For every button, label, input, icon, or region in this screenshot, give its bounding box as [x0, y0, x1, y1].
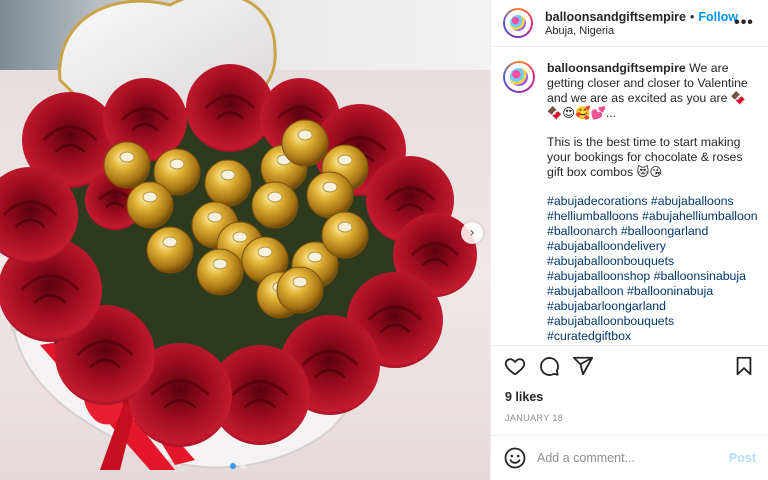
- hashtag-line[interactable]: #abujaballoonbouquets: [547, 254, 758, 269]
- hashtag-line[interactable]: #abujabarloongarland: [547, 299, 758, 314]
- chocolate-label: [267, 191, 283, 203]
- chocolate-label: [322, 181, 338, 193]
- username-link[interactable]: balloonsandgiftsempire: [545, 10, 686, 24]
- separator-dot: •: [690, 9, 695, 24]
- carousel-dot: [240, 463, 246, 469]
- ferrero-chocolate: [281, 119, 329, 167]
- hashtag-line[interactable]: #abujaballoonshop #balloonsinabuja: [547, 269, 758, 284]
- smiley-icon[interactable]: [503, 446, 527, 470]
- send-icon: [572, 356, 594, 376]
- chocolate-label: [292, 276, 308, 288]
- ferrero-chocolate: [103, 141, 151, 189]
- more-options-icon[interactable]: •••: [732, 14, 756, 32]
- post-sidebar: balloonsandgiftsempire • Follow Abuja, N…: [490, 0, 768, 480]
- carousel-dot: [230, 463, 236, 469]
- instagram-post: › balloonsandgiftsempire • Follow Abuja,…: [0, 0, 768, 480]
- ferrero-chocolate: [146, 226, 194, 274]
- post-caption: balloonsandgiftsempire We are getting cl…: [547, 61, 758, 345]
- hashtag-line[interactable]: #helliumballoons #abujahelliumballoon: [547, 209, 758, 224]
- like-count[interactable]: 9 likes: [491, 386, 768, 404]
- add-comment-bar: Post: [491, 435, 768, 480]
- caption-avatar[interactable]: [503, 61, 535, 93]
- ferrero-chocolate: [126, 181, 174, 229]
- ferrero-chocolate: [196, 248, 244, 296]
- ferrero-chocolate: [321, 211, 369, 259]
- hashtag-list: #abujadecorations #abujaballoons #hellium…: [547, 194, 758, 344]
- hashtag-line[interactable]: #abujadecorations #abujaballoons: [547, 194, 758, 209]
- ferrero-chocolate: [204, 159, 252, 207]
- chocolate-label: [337, 221, 353, 233]
- post-header: balloonsandgiftsempire • Follow Abuja, N…: [491, 0, 768, 47]
- comment-icon: [540, 357, 559, 376]
- rose-chocolate-heart-box: [0, 0, 477, 470]
- chocolate-label: [307, 251, 323, 263]
- caption-text-2: This is the best time to start making yo…: [547, 135, 743, 179]
- action-bar: [491, 345, 768, 386]
- bookmark-icon: [736, 356, 752, 376]
- hashtag-line[interactable]: #abujaballoondelivery: [547, 239, 758, 254]
- hashtag-line[interactable]: #abujaballoon #ballooninabuja: [547, 284, 758, 299]
- hashtag-line[interactable]: #abujaballoonbouquets: [547, 314, 758, 329]
- hashtag-line[interactable]: #curatedgiftbox: [547, 329, 758, 344]
- comment-input[interactable]: [537, 451, 729, 465]
- carousel-indicator: [230, 463, 246, 469]
- chevron-right-icon: ›: [469, 225, 475, 241]
- chocolate-label: [232, 231, 248, 243]
- ferrero-chocolate: [276, 266, 324, 314]
- comments-section: balloonsandgiftsempire We are getting cl…: [491, 47, 768, 345]
- save-button[interactable]: [732, 354, 756, 378]
- ferrero-chocolate: [251, 181, 299, 229]
- post-date[interactable]: JANUARY 18: [491, 404, 768, 435]
- chocolate-label: [220, 169, 236, 181]
- share-button[interactable]: [571, 354, 595, 378]
- chocolate-label: [169, 158, 185, 170]
- chocolate-label: [207, 211, 223, 223]
- heart-icon: [504, 358, 526, 376]
- chocolate-label: [297, 129, 313, 141]
- like-button[interactable]: [503, 354, 527, 378]
- avatar[interactable]: [503, 8, 533, 38]
- chocolate-label: [257, 246, 273, 258]
- hashtag-line[interactable]: #balloonarch #balloongarland: [547, 224, 758, 239]
- chocolate-label: [162, 236, 178, 248]
- caption-username[interactable]: balloonsandgiftsempire: [547, 61, 686, 75]
- carousel-next-button[interactable]: ›: [461, 222, 483, 244]
- ferrero-chocolate: [306, 171, 354, 219]
- chocolate-label: [119, 151, 135, 163]
- rose: [186, 64, 274, 152]
- chocolate-label: [142, 191, 158, 203]
- chocolate-label: [337, 154, 353, 166]
- chocolate-label: [212, 258, 228, 270]
- post-comment-button[interactable]: Post: [729, 451, 756, 465]
- post-image[interactable]: ›: [0, 0, 490, 480]
- location-link[interactable]: Abuja, Nigeria: [545, 25, 732, 37]
- comment-button[interactable]: [537, 354, 561, 378]
